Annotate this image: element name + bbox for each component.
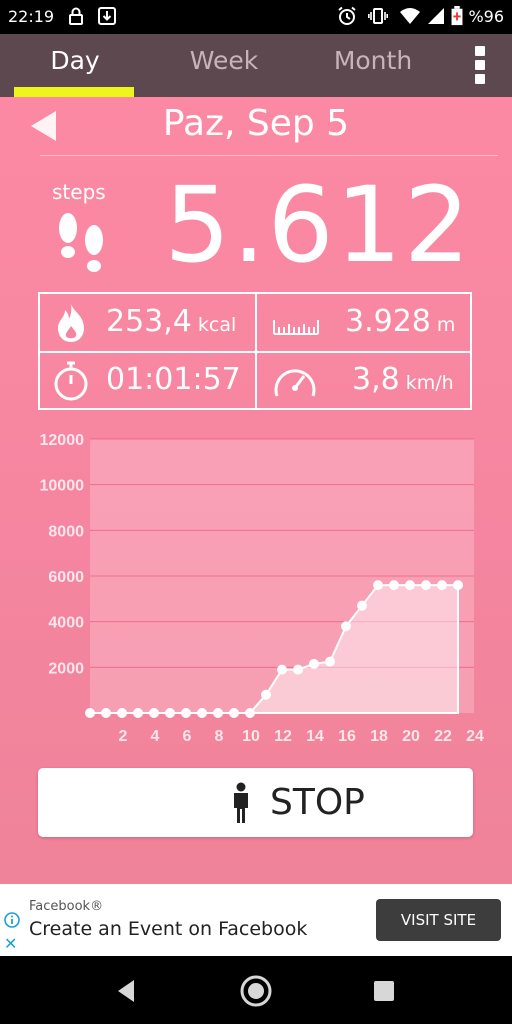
app-screen: Day Week Month Paz, Sep 5 steps 5.612 25…	[0, 34, 512, 884]
info-icon[interactable]	[4, 912, 20, 928]
duration-stat: 01:01:57	[106, 362, 241, 397]
chart-point	[357, 600, 367, 611]
x-tick-label: 10	[242, 728, 260, 745]
stopwatch-icon	[54, 361, 88, 401]
chart-point	[261, 689, 271, 700]
vibrate-icon	[368, 8, 388, 24]
y-tick-label: 6000	[48, 569, 84, 586]
chart-point	[309, 658, 319, 669]
divider	[40, 155, 498, 156]
chart-point	[293, 664, 303, 675]
chart-point	[453, 580, 463, 591]
ad-banner[interactable]: ✕ Facebook® Create an Event on Facebook …	[0, 884, 512, 956]
x-tick-label: 6	[183, 728, 192, 745]
stop-button-label: STOP	[270, 782, 365, 823]
tab-day[interactable]: Day	[0, 46, 150, 75]
steps-chart: 200040006000800010000120002 4 6 8 10 12 14 16 18…	[40, 432, 485, 745]
y-tick-label: 4000	[48, 615, 84, 632]
chart-point	[245, 708, 255, 718]
x-tick-label: 18	[370, 728, 388, 745]
status-bar: 22:19 %96	[0, 0, 512, 34]
alarm-icon	[338, 6, 356, 25]
chart-point	[373, 580, 383, 591]
chart-point	[117, 708, 127, 718]
chart-point	[197, 708, 207, 718]
x-tick-label: 24	[466, 728, 484, 745]
speedometer-icon	[274, 369, 316, 397]
chart-point	[437, 580, 447, 591]
wifi-icon	[400, 8, 420, 24]
x-tick-label: 16	[338, 728, 356, 745]
steps-count: 5.612	[164, 164, 472, 286]
ruler-icon	[273, 320, 319, 335]
chart-point	[421, 580, 431, 591]
fire-icon	[58, 304, 84, 342]
download-icon	[98, 7, 116, 25]
footprints-icon	[59, 213, 103, 272]
system-nav-bar	[0, 956, 512, 1024]
lock-icon	[69, 7, 83, 25]
chart-point	[389, 580, 399, 591]
x-tick-label: 14	[306, 728, 324, 745]
visit-site-button[interactable]: VISIT SITE	[376, 899, 501, 941]
calories-stat: 253,4 kcal	[106, 304, 237, 339]
chart-point	[149, 708, 159, 718]
distance-stat: 3.928 m	[345, 304, 456, 339]
chart-point	[165, 708, 175, 718]
chart-point	[325, 656, 335, 667]
y-tick-label: 8000	[48, 523, 84, 540]
x-tick-label: 20	[402, 728, 420, 745]
chart-point	[213, 708, 223, 718]
back-icon[interactable]	[110, 974, 144, 1008]
stats-grid: 253,4 kcal 3.928 m 01:01:57 3,8 km/h	[38, 292, 472, 410]
chart-point	[341, 621, 351, 632]
y-tick-label: 10000	[40, 478, 85, 495]
battery-percent: %96	[468, 7, 504, 26]
tab-bar: Day Week Month	[0, 34, 512, 97]
chart-point	[133, 708, 143, 718]
tab-week[interactable]: Week	[149, 46, 299, 75]
close-icon[interactable]: ✕	[4, 934, 17, 953]
overflow-menu-icon[interactable]	[472, 46, 488, 86]
chart-point	[405, 580, 415, 591]
tab-month[interactable]: Month	[298, 46, 448, 75]
person-icon	[234, 782, 248, 823]
x-tick-label: 4	[151, 728, 160, 745]
x-tick-label: 8	[215, 728, 224, 745]
y-tick-label: 12000	[40, 432, 85, 449]
date-header: Paz, Sep 5	[0, 97, 512, 155]
speed-stat: 3,8 km/h	[352, 362, 454, 397]
battery-icon	[451, 6, 463, 26]
home-icon[interactable]	[239, 974, 273, 1008]
chart-point	[181, 708, 191, 718]
chart-point	[85, 708, 95, 718]
chart-point	[101, 708, 111, 718]
x-tick-label: 22	[434, 728, 452, 745]
signal-icon	[428, 8, 444, 24]
ad-title[interactable]: Create an Event on Facebook	[29, 918, 307, 940]
y-tick-label: 2000	[48, 660, 84, 677]
chart-point	[229, 708, 239, 718]
chart-point	[277, 664, 287, 675]
active-tab-indicator	[14, 87, 134, 97]
x-tick-label: 12	[274, 728, 292, 745]
clock: 22:19	[8, 7, 55, 26]
stop-button[interactable]: STOP	[38, 768, 473, 837]
x-tick-label: 2	[119, 728, 128, 745]
steps-label: steps	[52, 180, 106, 204]
ad-source: Facebook®	[29, 899, 104, 914]
date-title: Paz, Sep 5	[162, 103, 350, 144]
recents-icon[interactable]	[367, 974, 401, 1008]
